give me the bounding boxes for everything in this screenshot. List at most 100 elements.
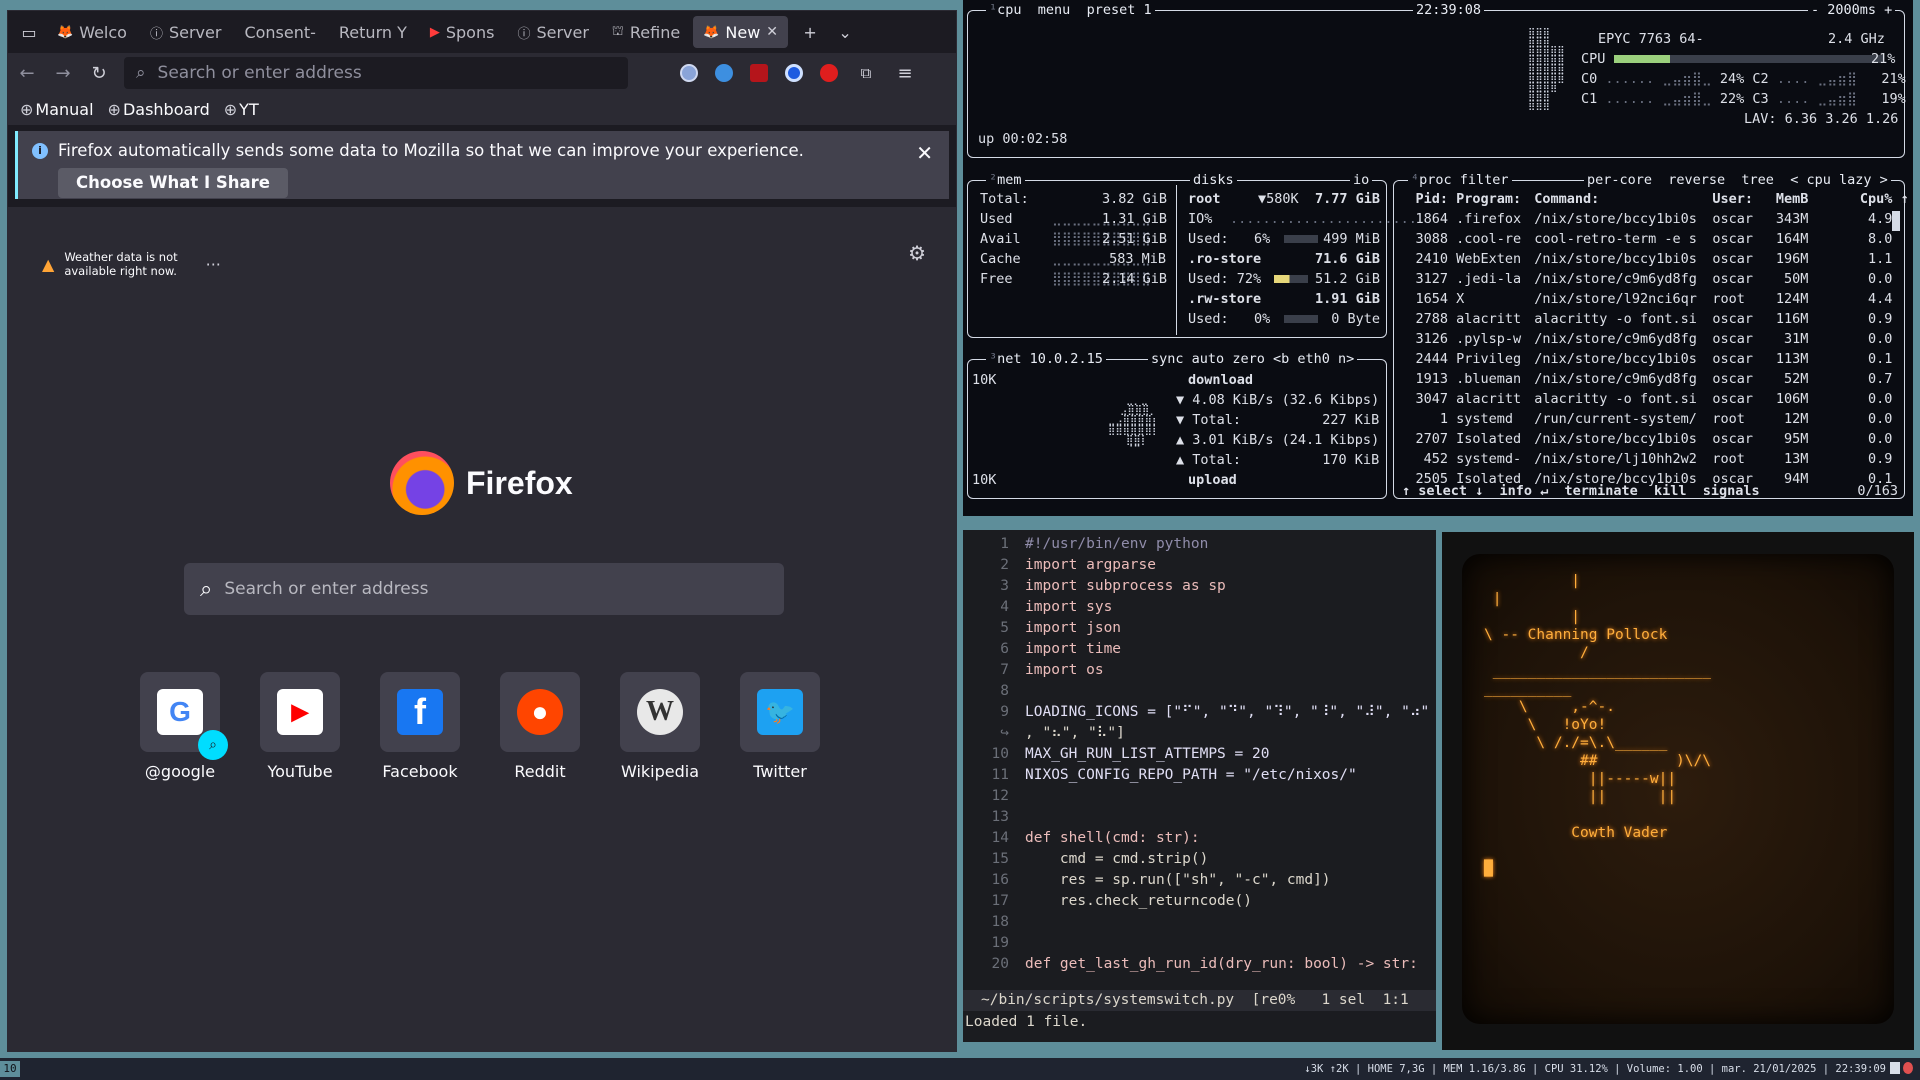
proc-row[interactable]: 452 systemd- /nix/store/lj10hh2w2 root 13… [1402, 451, 1893, 471]
top-site-tile[interactable]: ▶ [260, 672, 340, 752]
more-options-icon[interactable]: ··· [206, 255, 221, 274]
proc-footer[interactable]: ↑ select ↓ info ↵ terminate kill signals [1402, 483, 1760, 499]
close-icon[interactable]: ✕ [916, 141, 933, 165]
tray-icon[interactable] [1903, 1062, 1913, 1074]
proc-scrollbar[interactable] [1892, 211, 1900, 231]
top-site-wikipedia[interactable]: W Wikipedia [620, 672, 700, 781]
line-number: 6 [1000, 641, 1009, 657]
chevron-down-icon[interactable]: ⌄ [830, 17, 860, 47]
newtab-search-input[interactable]: ⌕ Search or enter address [184, 563, 784, 615]
mem-value: 2.51 GiB [1102, 231, 1168, 247]
top-site-tile[interactable]: ● [500, 672, 580, 752]
firefox-view-icon[interactable]: ▭ [14, 17, 44, 47]
proc-pid: 1 [1439, 411, 1448, 427]
menu-button[interactable]: menu [1038, 2, 1071, 18]
proc-row[interactable]: 2410 WebExten /nix/store/bccy1bi0s oscar… [1402, 251, 1892, 271]
proc-row[interactable]: 3088 .cool-re cool-retro-term -e s oscar… [1402, 231, 1892, 251]
top-site-youtube[interactable]: ▶ YouTube [260, 672, 340, 781]
tab[interactable]: Consent- [234, 16, 325, 48]
code-line: 17 res.check_returncode() [963, 891, 1436, 912]
youtube-extension-icon[interactable] [820, 64, 838, 82]
top-site-tile[interactable]: 🐦 [740, 672, 820, 752]
url-bar[interactable]: ⌕ Search or enter address [124, 57, 628, 89]
tab-active[interactable]: 🦊 New ✕ [693, 16, 789, 48]
proc-row[interactable]: 2444 Privileg /nix/store/bccy1bi0s oscar… [1402, 351, 1892, 371]
tab[interactable]: ▶ Spons [420, 16, 505, 48]
tray-icon[interactable] [1890, 1062, 1900, 1074]
line-number: 3 [1000, 578, 1009, 594]
ublock-extension-icon[interactable] [750, 64, 768, 82]
new-tab-icon[interactable]: + [795, 17, 825, 47]
extensions-puzzle-icon[interactable]: ⧉ [855, 64, 877, 82]
top-site-google[interactable]: G ⌕ @google [140, 672, 228, 781]
forward-icon[interactable]: → [52, 63, 74, 84]
top-site-tile[interactable]: G ⌕ [140, 672, 228, 760]
top-site-tile[interactable]: f [380, 672, 460, 752]
top-site-facebook[interactable]: f Facebook [380, 672, 460, 781]
proc-row[interactable]: 3126 .pylsp-w /nix/store/c9m6yd8fg oscar… [1402, 331, 1892, 351]
proc-row[interactable]: 3047 alacritt alacritty -o font.si oscar… [1402, 391, 1892, 411]
col-cpu[interactable]: Cpu% [1808, 191, 1893, 207]
top-site-twitter[interactable]: 🐦 Twitter [740, 672, 820, 781]
bitwarden-extension-icon[interactable] [715, 64, 733, 82]
proc-cpu: 0.7 [1868, 371, 1893, 387]
back-icon[interactable]: ← [16, 63, 38, 84]
crt-screen[interactable]: | | | \ -- Channing Pollock / __________… [1462, 554, 1894, 1024]
proc-row[interactable]: 1864 .firefox /nix/store/bccy1bi0s oscar… [1402, 211, 1892, 231]
proc-title[interactable]: proc [1419, 172, 1452, 188]
proc-row[interactable]: 2788 alacritt alacritty -o font.si oscar… [1402, 311, 1892, 331]
top-site-reddit[interactable]: ● Reddit [500, 672, 580, 781]
sync-toggle[interactable]: sync [1151, 351, 1184, 367]
tab[interactable]: ⛫ Refine [602, 16, 690, 48]
proc-row[interactable]: 1 systemd /run/current-system/ root 12M 0.… [1402, 411, 1893, 431]
bookmark-item[interactable]: ⊕ Manual [20, 100, 94, 119]
cpu-total-pct: 21% [1871, 51, 1896, 67]
gear-icon[interactable]: ⚙ [908, 241, 926, 265]
close-tab-icon[interactable]: ✕ [766, 24, 778, 40]
proc-row[interactable]: 1913 .blueman /nix/store/c9m6yd8fg oscar… [1402, 371, 1892, 391]
col-pid[interactable]: Pid: [1402, 191, 1448, 207]
bookmark-item[interactable]: ⊕ YT [224, 100, 259, 119]
cool-retro-term[interactable]: | | | \ -- Channing Pollock / __________… [1442, 532, 1914, 1050]
col-mem[interactable]: MemB [1768, 191, 1809, 207]
account-icon[interactable] [680, 64, 698, 82]
filter-button[interactable]: filter [1460, 172, 1509, 188]
col-program[interactable]: Program: [1456, 191, 1526, 207]
mem-label: Free [980, 271, 1013, 287]
zero-toggle[interactable]: zero [1232, 351, 1265, 367]
io-toggle[interactable]: io [1350, 172, 1373, 188]
helix-editor[interactable]: 1 #!/usr/bin/env python 2 import argparse 3 i… [963, 530, 1436, 1042]
proc-mem: 196M [1775, 251, 1809, 267]
proc-command: /nix/store/c9m6yd8fg [1534, 271, 1697, 287]
tab[interactable]: 🦊 Welco [47, 16, 137, 48]
tab[interactable]: ⓘ Server [140, 16, 231, 48]
interface-selector[interactable]: <b eth0 n> [1273, 351, 1354, 367]
proc-pid: 3047 [1415, 391, 1448, 407]
bookmark-label: Manual [35, 99, 94, 119]
col-command[interactable]: Command: [1534, 191, 1704, 207]
proc-row[interactable]: 1654 X /nix/store/l92nci6qr root 124M 4.4 [1402, 291, 1892, 311]
bookmark-item[interactable]: ⊕ Dashboard [108, 100, 210, 119]
cpu-title[interactable]: cpu [997, 2, 1021, 18]
disks-box-title[interactable]: disks [1190, 172, 1237, 188]
proc-row[interactable]: 3127 .jedi-la /nix/store/c9m6yd8fg oscar… [1402, 271, 1892, 291]
top-site-label: @google [144, 762, 216, 781]
auto-toggle[interactable]: auto [1192, 351, 1225, 367]
tab[interactable]: ⓘ Server [507, 16, 598, 48]
tab[interactable]: Return Y [329, 16, 417, 48]
proc-row[interactable]: 2707 Isolated /nix/store/bccy1bi0s oscar… [1402, 431, 1892, 451]
hamburger-menu-icon[interactable]: ≡ [894, 63, 916, 84]
workspace-indicator[interactable]: 10 [0, 1061, 20, 1077]
top-site-tile[interactable]: W [620, 672, 700, 752]
choose-what-i-share-button[interactable]: Choose What I Share [58, 168, 288, 198]
reload-icon[interactable]: ↻ [88, 63, 110, 84]
refresh-rate[interactable]: - 2000ms + [1808, 2, 1896, 18]
code-text: import subprocess as sp [1025, 578, 1226, 594]
extension-icon[interactable] [785, 64, 803, 82]
preset-button[interactable]: preset 1 [1087, 2, 1152, 18]
proc-options[interactable]: per-core reverse tree < cpu lazy > [1584, 172, 1891, 188]
top-site-label: YouTube [267, 762, 333, 781]
col-user[interactable]: User: [1712, 191, 1768, 207]
net-title[interactable]: net [997, 351, 1021, 367]
mem-box-title[interactable]: ²mem [986, 172, 1025, 188]
